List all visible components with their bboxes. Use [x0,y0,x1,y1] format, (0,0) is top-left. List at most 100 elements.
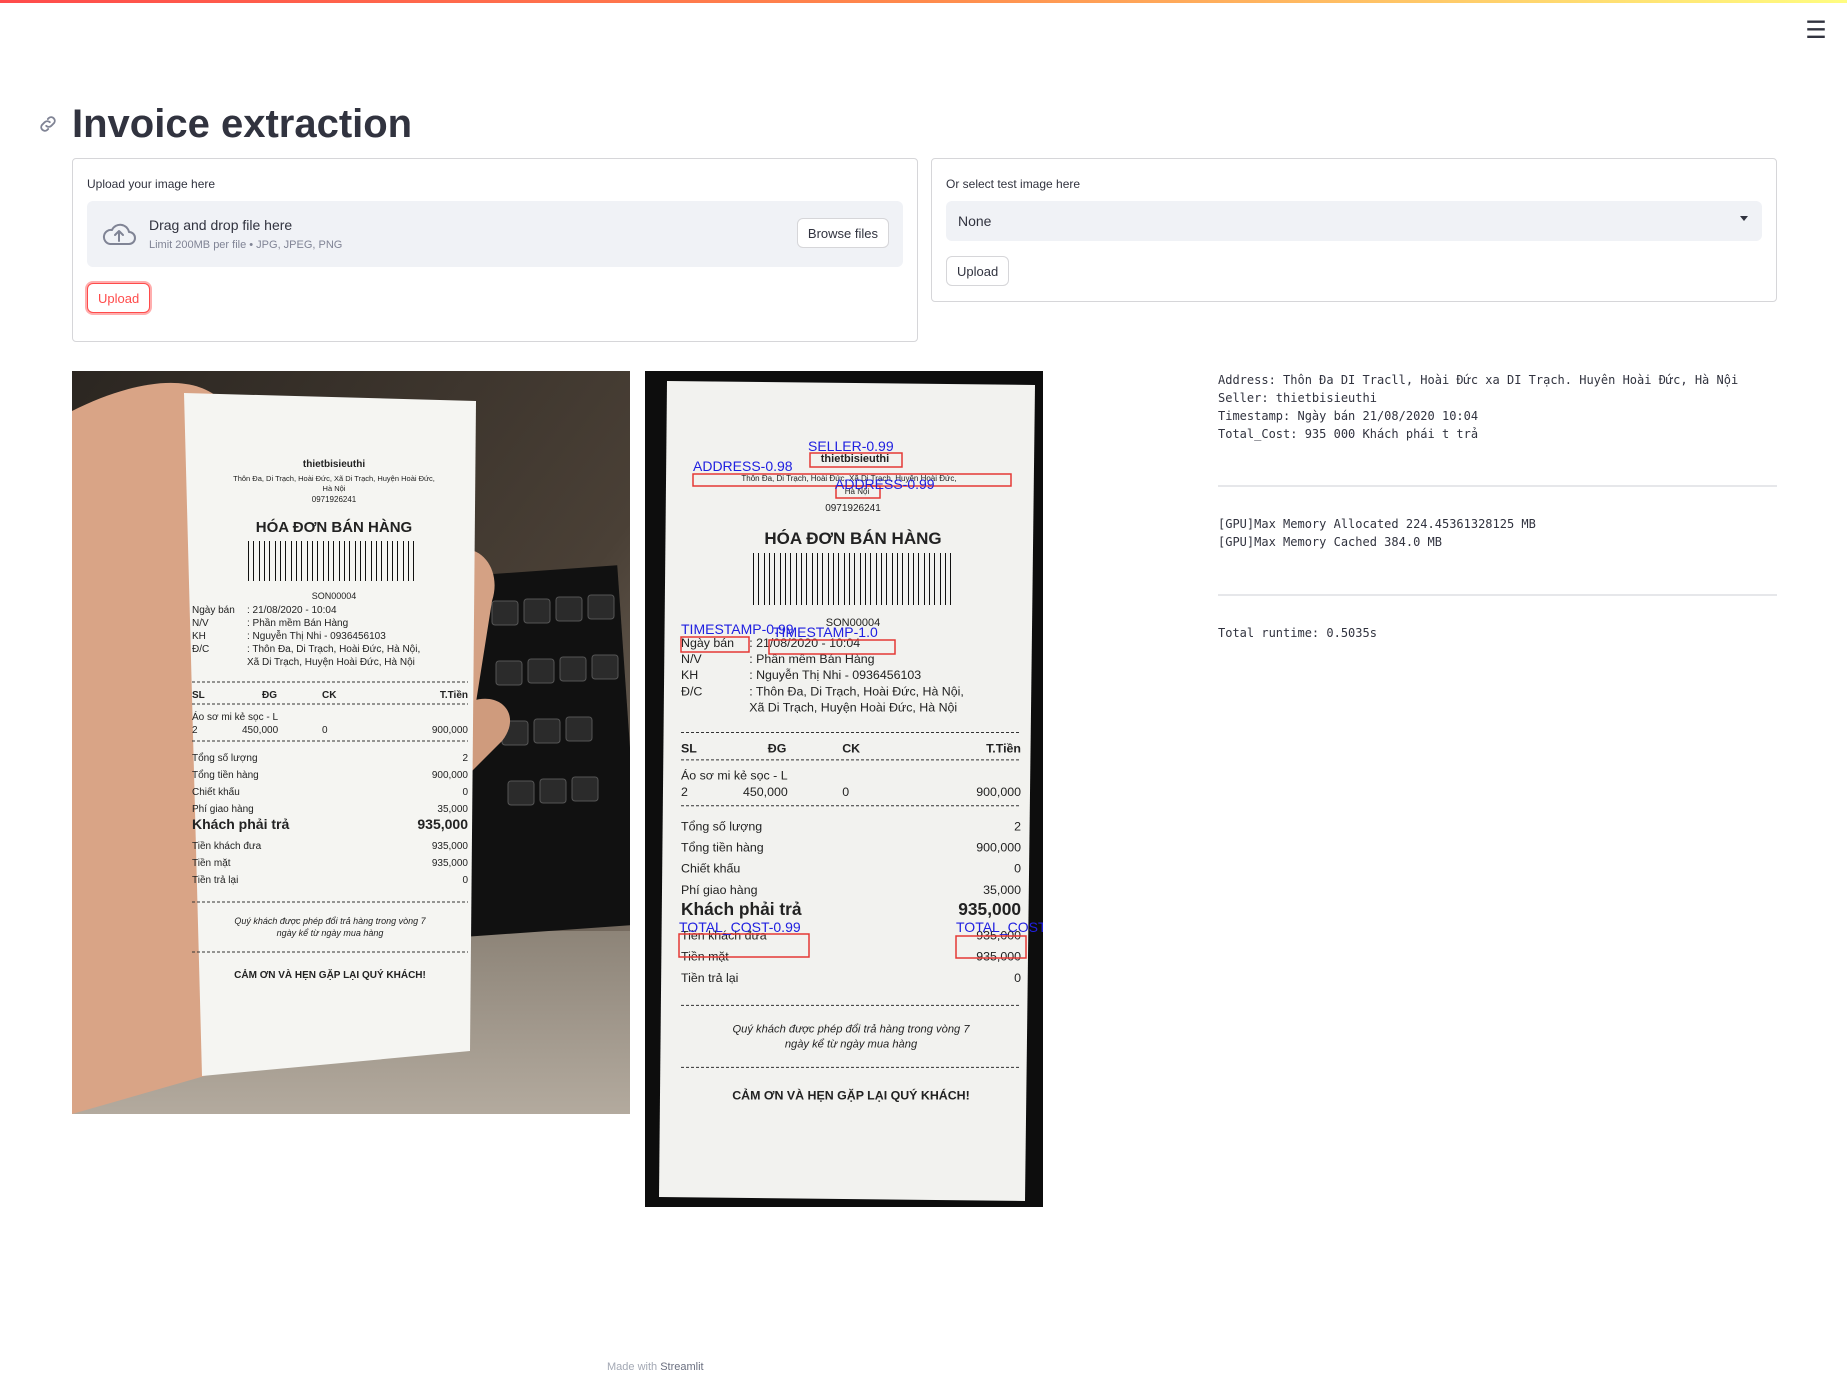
receipt-summary-value: 2 [1014,820,1021,834]
barcode-bar [817,553,818,605]
chevron-down-icon [1740,216,1748,221]
receipt-summary-label: Tổng số lượng [192,752,258,764]
streamlit-link[interactable]: Streamlit [660,1361,703,1373]
upload-button[interactable]: Upload [87,283,151,313]
barcode-bar [870,553,871,605]
receipt-info-label: Đ/C [192,644,209,655]
barcode-bar [371,541,372,581]
receipt-note: ngày kể từ ngày mua hàng [785,1039,918,1051]
barcode-bar [886,553,887,605]
receipt-summary-value: 35,000 [437,804,468,815]
receipt-column-header: SL [681,741,697,755]
upload-panel: Upload your image here Drag and drop fil… [72,158,918,342]
footer: Made with Streamlit [607,1361,704,1373]
barcode-bar [753,553,754,605]
test-image-select[interactable]: None [946,201,1762,241]
barcode-bar [285,541,286,581]
receipt-summary-value: 935,000 [432,841,469,852]
receipt-info-value: : 21/08/2020 - 10:04 [247,605,337,616]
receipt-item-value: 2 [192,725,198,736]
barcode-bar [403,541,404,581]
barcode-bar [908,553,909,605]
barcode-bar [301,541,302,581]
file-dropzone[interactable]: Drag and drop file here Limit 200MB per … [87,201,903,267]
receipt-note: ngày kể từ ngày mua hàng [277,928,384,938]
barcode-bar [365,541,366,581]
browse-files-button[interactable]: Browse files [796,218,889,248]
receipt-info-label: Đ/C [681,684,702,698]
barcode-bar [360,541,361,581]
receipt-summary-label: Tiền mặt [192,857,231,869]
barcode-bar [764,553,765,605]
barcode-bar [876,553,877,605]
barcode-bar [269,541,270,581]
receipt-column-header: T.Tiền [440,689,468,701]
barcode-bar [780,553,781,605]
barcode-bar [796,553,797,605]
receipt-summary-label: Tổng số lượng [681,820,762,834]
receipt-summary-label: Tổng tiền hàng [192,769,259,781]
timestamp-detection-label-2: TIMESTAMP-1.0 [773,624,878,640]
receipt-column-header: CK [322,690,337,701]
barcode-bar [892,553,893,605]
address-detection-label-2: ADDRESS-0.99 [835,476,935,492]
test-upload-button[interactable]: Upload [946,256,1010,286]
total-cost-detection-label-2: TOTAL_COST [956,919,1043,935]
receipt-column-header: SL [192,690,205,701]
barcode-bar [392,541,393,581]
barcode-bar [307,541,308,581]
barcode-bar [785,553,786,605]
barcode-bar [264,541,265,581]
barcode-bar [806,553,807,605]
receipt-item-value: 2 [681,785,688,799]
footer-prefix: Made with [607,1361,658,1373]
barcode-bar [769,553,770,605]
barcode-bar [259,541,260,581]
receipt-summary-label: Chiết khấu [681,862,740,876]
receipt-item-value: 900,000 [976,785,1021,799]
receipt-info-label: N/V [681,652,702,666]
receipt-heading: HÓA ĐƠN BÁN HÀNG [764,529,941,548]
barcode-bar [397,541,398,581]
extracted-fields-text: Address: Thôn Đa DI Tracll, Hoài Đức xa … [1218,373,1739,441]
receipt-address-line2: Hà Nội [323,484,346,493]
receipt-info-value: : Nguyễn Thị Nhi - 0936456103 [749,667,921,682]
receipt-column-header: ĐG [768,741,787,755]
barcode-bar [355,541,356,581]
receipt-info-value: : Phần mềm Bán Hàng [247,617,348,629]
barcode-bar [339,541,340,581]
receipt-summary-value: 35,000 [983,883,1021,897]
barcode-bar [902,553,903,605]
receipt-summary-label: Tổng tiền hàng [681,841,764,855]
receipt-summary-value: 900,000 [432,770,469,781]
barcode-bar [253,541,254,581]
receipt-thanks: CẢM ƠN VÀ HẸN GẶP LẠI QUÝ KHÁCH! [234,968,426,981]
annotated-receipt-image: thietbisieuthi Thôn Đa, Di Trạch, Hoài Đ… [645,371,1043,1207]
upload-label: Upload your image here [87,177,216,191]
barcode-bar [833,553,834,605]
barcode-bar [790,553,791,605]
barcode-bar [376,541,377,581]
receipt-summary-label: Phí giao hàng [681,883,758,897]
barcode-bar [822,553,823,605]
receipt-note: Quý khách được phép đổi trả hàng trong v… [234,916,426,926]
receipt-store-name: thietbisieuthi [821,453,889,465]
receipt-summary-value: 2 [462,753,468,764]
receipt-note: Quý khách được phép đổi trả hàng trong v… [732,1024,970,1036]
link-icon[interactable] [37,113,59,135]
barcode-bar [913,553,914,605]
receipt-summary-value: 0 [1014,971,1021,985]
test-image-panel: Or select test image here None Upload [931,158,1777,302]
barcode-bar [408,541,409,581]
receipt-summary-value: 0 [462,875,468,886]
barcode-bar [844,553,845,605]
hamburger-menu-icon[interactable]: ☰ [1800,14,1832,46]
top-decoration-bar [0,0,1847,3]
receipt-item-name: Áo sơ mi kẻ sọc - L [681,768,788,783]
receipt-summary-value: 935,000 [432,858,469,869]
barcode-bar [323,541,324,581]
barcode-bar [381,541,382,581]
receipt-summary-label: Phí giao hàng [192,804,254,815]
barcode-bar [828,553,829,605]
receipt-item-value: 450,000 [743,785,788,799]
